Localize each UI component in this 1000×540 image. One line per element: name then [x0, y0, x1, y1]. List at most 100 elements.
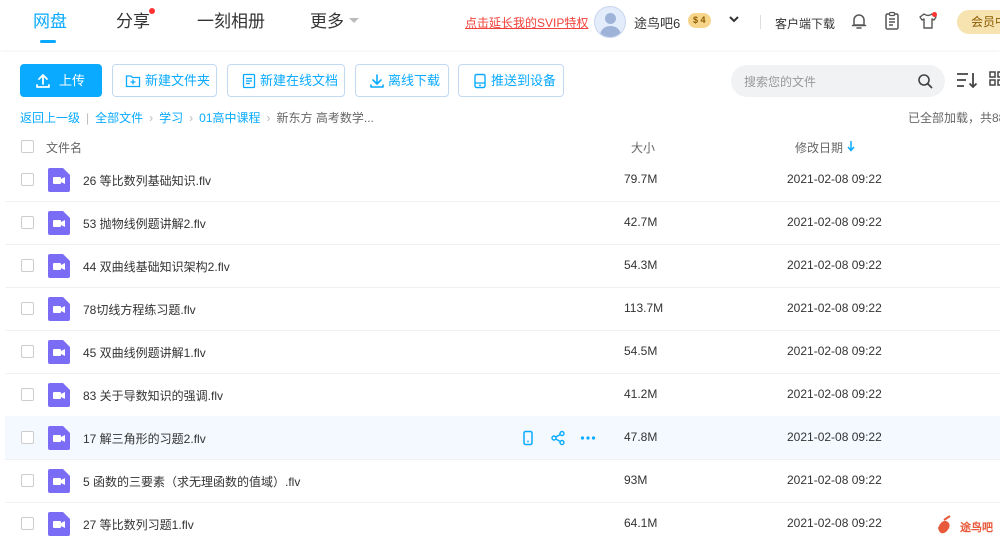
tab-netdisk[interactable]: 网盘 — [33, 12, 67, 32]
table-row[interactable]: 44 双曲线基础知识架构2.flv 54.3M 2021-02-08 09:22 — [5, 244, 1000, 287]
file-name[interactable]: 26 等比数列基础知识.flv — [83, 172, 211, 189]
document-icon — [242, 73, 256, 89]
shirt-icon[interactable] — [918, 11, 938, 31]
row-checkbox[interactable] — [21, 259, 34, 272]
file-name[interactable]: 17 解三角形的习题2.flv — [83, 430, 206, 447]
member-center-button[interactable]: 会员中 — [957, 10, 1000, 34]
video-file-icon — [48, 297, 70, 321]
folder-plus-icon — [125, 75, 141, 88]
file-size: 54.3M — [624, 258, 658, 272]
breadcrumb-highschool[interactable]: 01高中课程 — [199, 109, 260, 126]
sort-icon[interactable] — [956, 70, 978, 90]
file-name[interactable]: 53 抛物线例题讲解2.flv — [83, 215, 206, 232]
back-link[interactable]: 返回上一级 — [20, 109, 80, 126]
row-checkbox[interactable] — [21, 345, 34, 358]
breadcrumb: 返回上一级 | 全部文件 › 学习 › 01高中课程 › 新东方 高考数学... — [20, 109, 374, 126]
svip-renew-link[interactable]: 点击延长我的SVIP特权 — [465, 14, 588, 31]
row-checkbox[interactable] — [21, 388, 34, 401]
clipboard-icon[interactable] — [882, 11, 902, 31]
tab-more[interactable]: 更多 — [310, 12, 344, 32]
download-icon — [370, 74, 384, 88]
file-name[interactable]: 83 关于导数知识的强调.flv — [83, 387, 223, 404]
bell-icon[interactable] — [849, 11, 869, 31]
video-file-icon — [48, 512, 70, 536]
upload-button[interactable]: 上传 — [20, 64, 102, 97]
column-name[interactable]: 文件名 — [46, 139, 82, 156]
row-checkbox[interactable] — [21, 474, 34, 487]
file-date: 2021-02-08 09:22 — [787, 387, 882, 401]
table-row[interactable]: 27 等比数列习题1.flv 64.1M 2021-02-08 09:22 — [5, 502, 1000, 540]
file-size: 93M — [624, 473, 648, 487]
table-row[interactable]: 5 函数的三要素（求无理函数的值域）.flv 93M 2021-02-08 09:2… — [5, 459, 1000, 502]
notification-dot — [149, 8, 155, 14]
row-checkbox[interactable] — [21, 173, 34, 186]
file-size: 47.8M — [624, 430, 658, 444]
top-nav: 网盘 分享 一刻相册 更多 点击延长我的SVIP特权 途鸟吧6 $ 4 客户端下… — [0, 0, 1000, 50]
breadcrumb-all-files[interactable]: 全部文件 — [95, 109, 143, 126]
upload-icon — [36, 74, 50, 88]
new-folder-label: 新建文件夹 — [145, 73, 211, 88]
video-file-icon — [48, 340, 70, 364]
file-size: 113.7M — [624, 301, 664, 315]
file-date: 2021-02-08 09:22 — [787, 344, 882, 358]
video-file-icon — [48, 168, 70, 192]
file-name[interactable]: 5 函数的三要素（求无理函数的值域）.flv — [83, 473, 300, 490]
video-file-icon — [48, 211, 70, 235]
table-row[interactable]: 78切线方程练习题.flv 113.7M 2021-02-08 09:22 — [5, 287, 1000, 330]
tab-album[interactable]: 一刻相册 — [197, 12, 265, 32]
breadcrumb-current: 新东方 高考数学... — [276, 111, 374, 125]
column-size[interactable]: 大小 — [631, 139, 655, 156]
table-row[interactable]: 26 等比数列基础知识.flv 79.7M 2021-02-08 09:22 — [5, 158, 1000, 201]
new-online-doc-button[interactable]: 新建在线文档 — [227, 64, 345, 97]
table-row[interactable]: 53 抛物线例题讲解2.flv 42.7M 2021-02-08 09:22 — [5, 201, 1000, 244]
share-icon[interactable] — [550, 430, 566, 446]
client-download-link[interactable]: 客户端下载 — [775, 15, 835, 32]
file-size: 64.1M — [624, 516, 658, 530]
file-date: 2021-02-08 09:22 — [787, 516, 882, 530]
file-size: 42.7M — [624, 215, 658, 229]
grid-view-icon[interactable] — [989, 71, 1000, 87]
phone-icon[interactable] — [520, 430, 536, 446]
search-icon[interactable] — [917, 73, 933, 89]
row-checkbox[interactable] — [21, 216, 34, 229]
search-placeholder: 搜索您的文件 — [744, 75, 817, 89]
row-checkbox[interactable] — [21, 431, 34, 444]
upload-label: 上传 — [59, 73, 86, 88]
tab-share[interactable]: 分享 — [116, 12, 150, 32]
more-chevron-icon — [349, 18, 359, 23]
video-file-icon — [48, 383, 70, 407]
file-date: 2021-02-08 09:22 — [787, 473, 882, 487]
file-name[interactable]: 45 双曲线例题讲解1.flv — [83, 344, 206, 361]
more-options-icon[interactable] — [580, 430, 596, 446]
divider — [760, 15, 761, 29]
new-online-doc-label: 新建在线文档 — [260, 73, 339, 88]
watermark-logo: 途鸟吧 — [934, 514, 1000, 538]
push-to-device-button[interactable]: 推送到设备 — [458, 64, 564, 97]
table-row[interactable]: 83 关于导数知识的强调.flv 41.2M 2021-02-08 09:22 — [5, 373, 1000, 416]
file-date: 2021-02-08 09:22 — [787, 215, 882, 229]
file-name[interactable]: 27 等比数列习题1.flv — [83, 516, 194, 533]
select-all-checkbox[interactable] — [21, 140, 34, 153]
file-name[interactable]: 78切线方程练习题.flv — [83, 301, 196, 318]
offline-download-button[interactable]: 离线下载 — [355, 64, 449, 97]
device-icon — [474, 73, 486, 89]
breadcrumb-study[interactable]: 学习 — [159, 109, 183, 126]
video-file-icon — [48, 469, 70, 493]
row-checkbox[interactable] — [21, 517, 34, 530]
column-date[interactable]: 修改日期 — [795, 139, 843, 156]
file-date: 2021-02-08 09:22 — [787, 172, 882, 186]
active-tab-indicator — [40, 40, 56, 43]
table-row[interactable]: 45 双曲线例题讲解1.flv 54.5M 2021-02-08 09:22 — [5, 330, 1000, 373]
row-checkbox[interactable] — [21, 302, 34, 315]
file-date: 2021-02-08 09:22 — [787, 258, 882, 272]
avatar[interactable] — [594, 6, 626, 38]
new-folder-button[interactable]: 新建文件夹 — [112, 64, 217, 97]
username[interactable]: 途鸟吧6 — [634, 13, 680, 32]
sort-desc-icon[interactable] — [847, 140, 855, 152]
file-size: 79.7M — [624, 172, 658, 186]
file-name[interactable]: 44 双曲线基础知识架构2.flv — [83, 258, 230, 275]
search-input[interactable]: 搜索您的文件 — [731, 65, 945, 97]
user-menu-chevron-icon[interactable] — [728, 13, 740, 28]
table-row[interactable]: 17 解三角形的习题2.flv 47.8M 2021-02-08 09:22 — [5, 416, 1000, 459]
vip-level-badge: $ 4 — [688, 13, 711, 28]
